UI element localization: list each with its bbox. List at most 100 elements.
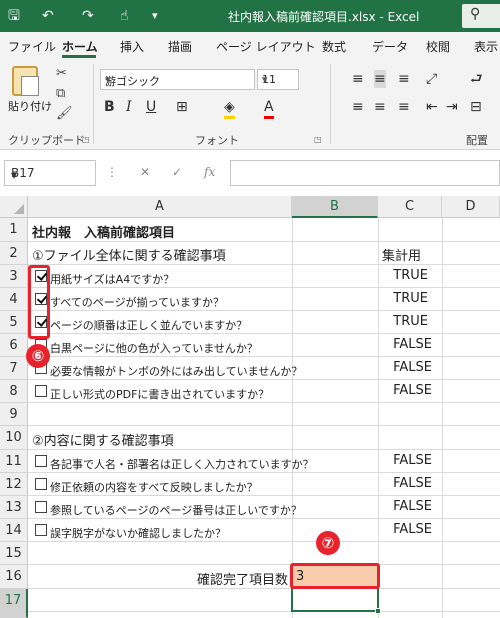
tally-value[interactable]: TRUE	[378, 314, 428, 329]
tally-value[interactable]: FALSE	[378, 360, 432, 375]
check-item[interactable]: 参照しているページのページ番号は正しいですか？	[50, 502, 302, 518]
check-item[interactable]: 誤字脱字がないか確認しましたか？	[50, 525, 226, 541]
column-header-a[interactable]: A	[28, 196, 292, 218]
customize-icon[interactable]: ▾	[152, 7, 158, 25]
tally-header[interactable]: 集計用	[382, 245, 421, 264]
tab-draw[interactable]: 描画	[168, 38, 192, 55]
clipboard-launcher-icon[interactable]: ◳	[82, 135, 90, 144]
enter-icon[interactable]: ✓	[172, 165, 182, 179]
checkbox[interactable]	[35, 385, 47, 397]
check-item[interactable]: 修正依頼の内容をすべて反映しましたか？	[50, 479, 258, 495]
row-header[interactable]: 1	[0, 218, 28, 242]
checkbox[interactable]	[35, 455, 47, 467]
column-header-c[interactable]: C	[378, 196, 442, 218]
copy-icon[interactable]: ⧉	[56, 86, 65, 101]
tally-value[interactable]: FALSE	[378, 522, 432, 537]
tally-value[interactable]: FALSE	[378, 476, 432, 491]
sheet-title[interactable]: 社内報 入稿前確認項目	[32, 222, 175, 241]
row-header[interactable]: 6	[0, 334, 28, 357]
tally-value[interactable]: FALSE	[378, 499, 432, 514]
column-header-b[interactable]: B	[292, 196, 378, 218]
align-middle-icon[interactable]: ≡	[374, 70, 386, 88]
merge-center-icon[interactable]: ⊟	[470, 98, 482, 116]
row-header[interactable]: 3	[0, 265, 28, 288]
check-item[interactable]: ページの順番は正しく並んでいますか？	[50, 317, 247, 333]
paste-button-label[interactable]: 貼り付け	[8, 98, 52, 114]
tally-value[interactable]: TRUE	[378, 268, 428, 283]
increase-indent-icon[interactable]: ⇥	[446, 98, 458, 116]
borders-icon[interactable]: ⊞	[176, 98, 188, 116]
row-header[interactable]: 13	[0, 496, 28, 519]
align-right-icon[interactable]: ≡	[398, 98, 410, 116]
touch-mode-icon[interactable]: ☝	[120, 7, 129, 25]
tab-file[interactable]: ファイル	[8, 38, 56, 55]
tab-page-layout[interactable]: ページ レイアウト	[216, 38, 316, 55]
row-header[interactable]: 2	[0, 242, 28, 265]
tally-value[interactable]: FALSE	[378, 337, 432, 352]
tab-home[interactable]: ホーム	[62, 38, 98, 55]
decrease-indent-icon[interactable]: ⇤	[426, 98, 438, 116]
tab-insert[interactable]: 挿入	[120, 38, 144, 55]
checkbox[interactable]	[35, 478, 47, 490]
select-all-corner[interactable]	[0, 196, 28, 218]
search-box[interactable]: ⚲	[462, 4, 500, 28]
row-header[interactable]: 8	[0, 380, 28, 403]
check-item[interactable]: 用紙サイズはA4ですか？	[50, 271, 174, 287]
row-header[interactable]: 9	[0, 403, 28, 426]
bold-button[interactable]: B	[104, 98, 115, 116]
section-heading[interactable]: ①ファイル全体に関する確認事項	[32, 245, 226, 264]
row-header[interactable]: 5	[0, 311, 28, 334]
tally-value[interactable]: FALSE	[378, 383, 432, 398]
row-header[interactable]: 17	[0, 589, 28, 618]
row-header[interactable]: 14	[0, 519, 28, 542]
completed-count-label[interactable]: 確認完了項目数	[150, 569, 288, 588]
check-item[interactable]: 必要な情報がトンボの外にはみ出していませんか？	[50, 363, 302, 379]
row-header[interactable]: 16	[0, 565, 28, 589]
italic-button[interactable]: I	[126, 98, 132, 116]
fill-color-icon[interactable]: ◈	[224, 98, 235, 119]
wrap-text-icon[interactable]: ⮐	[470, 70, 483, 88]
check-item[interactable]: 各記事で人名・部署名は正しく入力されていますか？	[50, 456, 314, 472]
row-header[interactable]: 7	[0, 357, 28, 380]
row-header[interactable]: 15	[0, 542, 28, 565]
undo-icon[interactable]: ↶	[42, 7, 54, 25]
section-heading[interactable]: ②内容に関する確認事項	[32, 430, 174, 449]
check-item[interactable]: 正しい形式のPDFに書き出されていますか？	[50, 386, 269, 402]
column-header-d[interactable]: D	[442, 196, 500, 218]
underline-button[interactable]: U	[146, 98, 156, 116]
align-top-icon[interactable]: ≡	[352, 70, 364, 88]
insert-function-icon[interactable]: fx	[204, 165, 215, 179]
checkbox[interactable]	[35, 501, 47, 513]
tab-data[interactable]: データ	[372, 38, 408, 55]
active-cell-selection[interactable]	[291, 587, 379, 612]
cancel-icon[interactable]: ✕	[140, 165, 150, 179]
check-item[interactable]: すべてのページが揃っていますか？	[50, 294, 224, 310]
row-header[interactable]: 12	[0, 473, 28, 496]
format-painter-icon[interactable]: 🖌	[56, 106, 73, 121]
tab-view[interactable]: 表示	[474, 38, 498, 55]
check-item[interactable]: 白黒ページに他の色が入っていませんか？	[50, 340, 258, 356]
fill-handle[interactable]	[375, 608, 381, 614]
tally-value[interactable]: FALSE	[378, 453, 432, 468]
row-header[interactable]: 10	[0, 426, 28, 450]
font-launcher-icon[interactable]: ◳	[314, 135, 322, 144]
font-color-button[interactable]: A	[264, 98, 274, 119]
checkbox[interactable]	[35, 524, 47, 536]
tab-review[interactable]: 校閲	[426, 38, 450, 55]
row-header[interactable]: 4	[0, 288, 28, 311]
name-box[interactable]: B17 ▾	[4, 160, 96, 186]
tally-value[interactable]: TRUE	[378, 291, 428, 306]
formula-input[interactable]	[230, 160, 500, 186]
cut-icon[interactable]: ✂	[56, 66, 67, 81]
align-left-icon[interactable]: ≡	[352, 98, 364, 116]
tab-formulas[interactable]: 数式	[322, 38, 346, 55]
align-bottom-icon[interactable]: ≡	[398, 70, 410, 88]
font-size-select[interactable]: 11 ▾	[257, 69, 299, 90]
font-name-select[interactable]: 游ゴシック ▾	[100, 69, 255, 90]
save-icon[interactable]: 🖫	[8, 7, 20, 25]
align-center-icon[interactable]: ≡	[374, 98, 386, 116]
orientation-icon[interactable]: ⤢	[426, 70, 437, 88]
redo-icon[interactable]: ↷	[82, 7, 94, 25]
row-header[interactable]: 11	[0, 450, 28, 473]
paste-icon[interactable]	[12, 66, 39, 96]
